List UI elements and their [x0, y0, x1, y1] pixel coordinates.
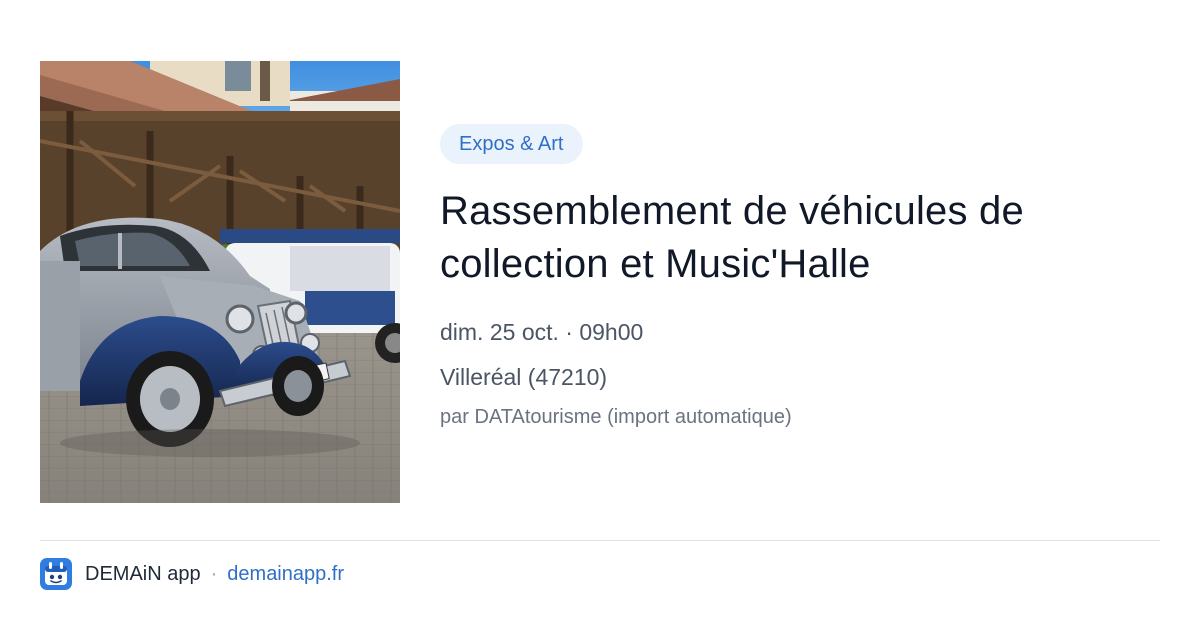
event-title[interactable]: Rassemblement de véhicules de collection…: [440, 185, 1160, 291]
footer-divider: [40, 540, 1160, 541]
event-location: Villeréal (47210): [440, 364, 608, 390]
event-datetime: dim. 25 oct. · 09h00: [440, 319, 644, 345]
event-organizer: par DATAtourisme (import automatique): [440, 406, 792, 428]
site-link[interactable]: demainapp.fr: [227, 563, 344, 586]
footer: DEMAiN app · demainapp.fr: [40, 557, 344, 591]
event-details: Expos & Art Rassemblement de véhicules d…: [440, 124, 1160, 430]
app-logo-icon: [40, 558, 72, 590]
footer-separator: ·: [210, 562, 218, 585]
event-photo[interactable]: [40, 61, 400, 503]
app-name: DEMAiN app: [85, 562, 201, 585]
event-card: Expos & Art Rassemblement de véhicules d…: [0, 0, 1200, 630]
category-badge[interactable]: Expos & Art: [440, 124, 583, 164]
